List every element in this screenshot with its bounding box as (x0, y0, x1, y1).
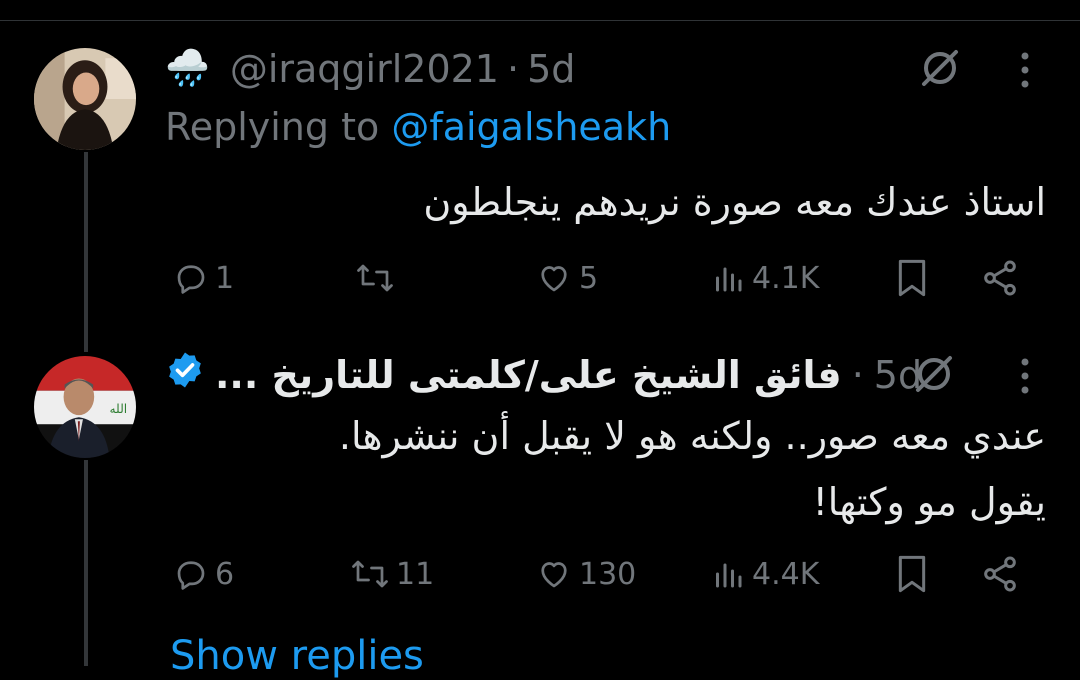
timestamp[interactable]: 5d (527, 46, 575, 92)
more-icon[interactable] (1018, 356, 1032, 400)
retweet-icon (352, 560, 388, 588)
views-button[interactable]: 4.1K (710, 254, 819, 302)
top-divider (0, 20, 1080, 21)
bookmark-icon (898, 259, 926, 297)
avatar[interactable] (34, 48, 136, 150)
grok-icon[interactable] (912, 352, 956, 400)
view-count: 4.4K (752, 556, 820, 592)
rain-cloud-emoji: 🌧️ (165, 48, 210, 89)
share-icon (984, 260, 1016, 296)
share-icon (984, 556, 1016, 592)
reply-count: 6 (215, 556, 235, 592)
tweet-text: استاذ عندك معه صورة نريدهم ينجلطون (423, 180, 1046, 224)
like-count: 5 (579, 260, 599, 296)
separator-dot: · (851, 353, 864, 397)
like-count: 130 (579, 556, 637, 592)
thread-line (84, 460, 88, 666)
bookmark-icon (898, 555, 926, 593)
views-icon (716, 267, 742, 292)
views-icon (716, 563, 742, 588)
retweet-count: 11 (396, 556, 435, 592)
verified-icon (165, 350, 205, 400)
separator-dot: · (506, 47, 520, 91)
user-handle[interactable]: @iraqgirl2021 (230, 46, 499, 92)
like-icon (541, 562, 567, 588)
view-count: 4.1K (752, 260, 820, 296)
reply-icon (177, 561, 205, 590)
bookmark-button[interactable] (895, 550, 929, 598)
tweet-header: 🌧️ @iraqgirl2021 · 5d (165, 46, 575, 92)
avatar[interactable]: الله (34, 356, 136, 458)
like-icon (541, 266, 567, 292)
show-replies-link[interactable]: Show replies (170, 632, 424, 680)
like-button[interactable]: 5 (535, 254, 598, 302)
display-name[interactable]: فائق الشيخ على/كلمتى للتاريخ ... (215, 352, 842, 398)
share-button[interactable] (980, 254, 1020, 302)
more-icon[interactable] (1018, 50, 1032, 94)
retweet-icon (357, 264, 393, 292)
tweet-text: عندي معه صور.. ولكنه هو لا يقبل أن ننشره… (339, 408, 1046, 530)
reply-button[interactable]: 6 (173, 550, 234, 598)
action-bar: 1 5 4.1K (165, 254, 1035, 302)
like-button[interactable]: 130 (535, 550, 636, 598)
tweet-text-line: يقول مو وكتها! (812, 480, 1046, 524)
retweet-button[interactable] (355, 254, 401, 302)
grok-icon[interactable] (918, 46, 962, 94)
tweet-header: فائق الشيخ على/كلمتى للتاريخ ... · 5d (165, 350, 922, 400)
tweet-text-line: عندي معه صور.. ولكنه هو لا يقبل أن ننشره… (338, 414, 1046, 458)
svg-text:الله: الله (109, 402, 127, 416)
reply-icon (177, 265, 205, 294)
views-button[interactable]: 4.4K (710, 550, 819, 598)
replying-to: Replying to @faigalsheakh (165, 104, 671, 150)
action-bar: 6 11 130 4.4K (165, 550, 1035, 598)
share-button[interactable] (980, 550, 1020, 598)
mention-link[interactable]: @faigalsheakh (391, 105, 671, 149)
reply-button[interactable]: 1 (173, 254, 234, 302)
retweet-button[interactable]: 11 (350, 550, 434, 598)
replying-prefix: Replying to (165, 105, 380, 149)
bookmark-button[interactable] (895, 254, 929, 302)
reply-count: 1 (215, 260, 235, 296)
thread-line (84, 152, 88, 352)
